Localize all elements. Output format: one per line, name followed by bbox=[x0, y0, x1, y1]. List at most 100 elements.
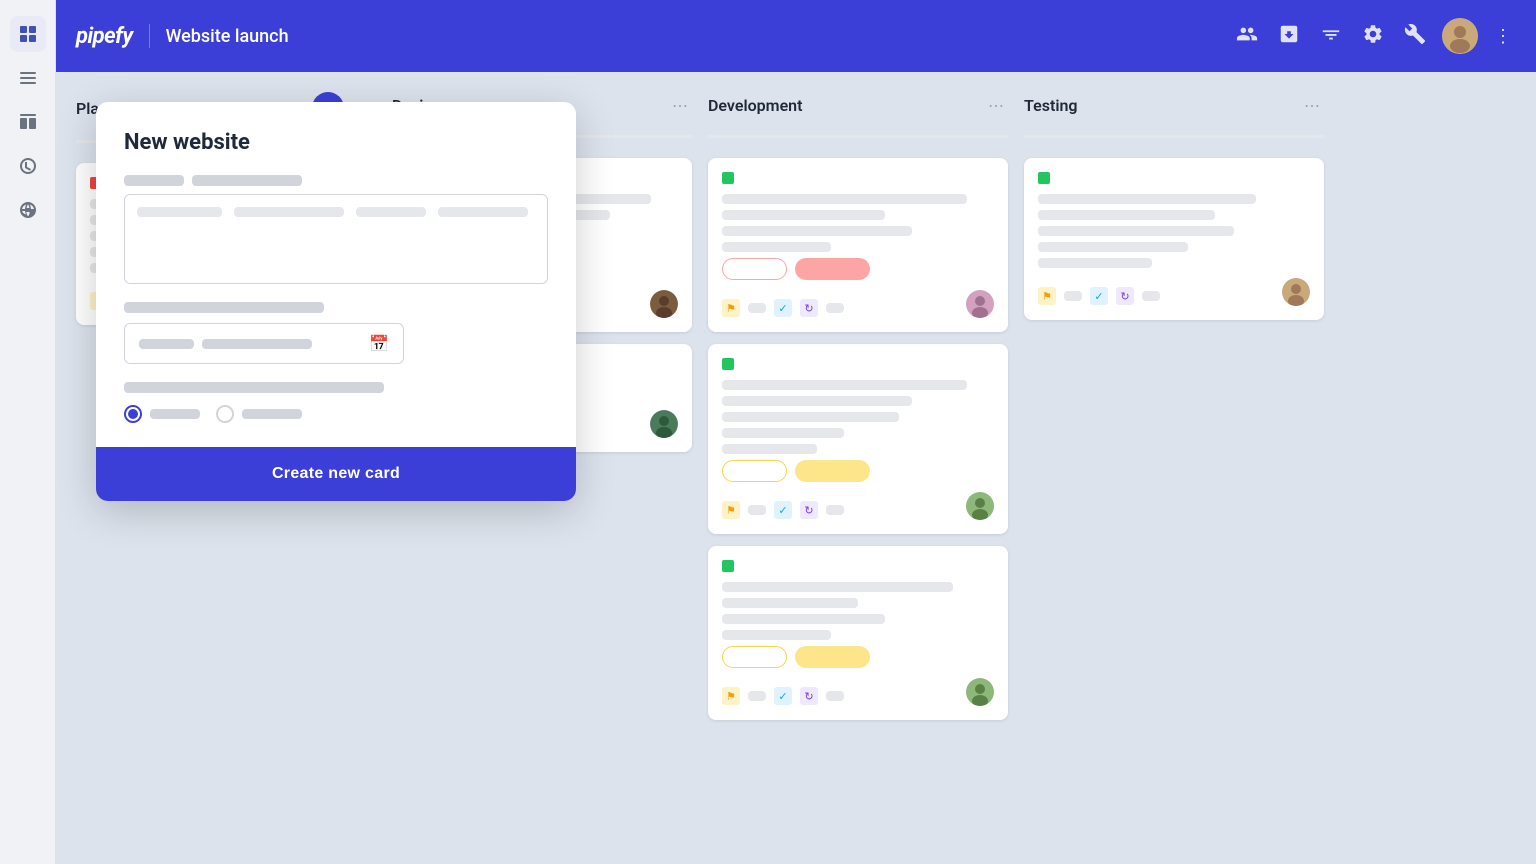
card-tags bbox=[722, 172, 994, 184]
refresh-icon: ↻ bbox=[800, 687, 818, 705]
radio-btn-selected[interactable] bbox=[124, 405, 142, 423]
card-skel bbox=[722, 630, 831, 640]
column-design-menu-icon[interactable]: ⋯ bbox=[668, 92, 692, 119]
refresh-icon: ↻ bbox=[1116, 287, 1134, 305]
column-testing-title: Testing bbox=[1024, 96, 1292, 115]
icon-skel bbox=[826, 303, 844, 313]
radio-btn-empty[interactable] bbox=[216, 405, 234, 423]
radio-option-2[interactable] bbox=[216, 405, 302, 423]
header-divider bbox=[149, 24, 150, 48]
sidebar bbox=[0, 0, 56, 864]
date-value bbox=[139, 339, 312, 349]
flag-icon: ⚑ bbox=[1038, 287, 1056, 305]
card-skel bbox=[722, 412, 899, 422]
table-row: ⚑ ✓ ↻ bbox=[708, 158, 1008, 332]
settings-icon[interactable] bbox=[1358, 19, 1388, 54]
table-row: ⚑ ✓ ↻ bbox=[708, 546, 1008, 720]
field-label-skel bbox=[192, 175, 302, 186]
field3-label bbox=[124, 382, 384, 393]
header-actions: ⋮ bbox=[1232, 18, 1516, 54]
check-icon: ✓ bbox=[774, 687, 792, 705]
badge-outline-orange bbox=[722, 646, 787, 668]
check-icon: ✓ bbox=[774, 299, 792, 317]
card-badge-row bbox=[722, 646, 994, 668]
column-testing: Testing ⋯ ⚑ ✓ ↻ bbox=[1024, 92, 1324, 844]
table-row: ⚑ ✓ ↻ bbox=[1024, 158, 1324, 320]
card-skel bbox=[1038, 242, 1188, 252]
main-content: pipefy Website launch bbox=[56, 0, 1536, 864]
wrench-icon[interactable] bbox=[1400, 19, 1430, 54]
field1-label bbox=[124, 175, 548, 186]
sidebar-item-dashboard[interactable] bbox=[10, 16, 46, 52]
field-label-skel bbox=[124, 175, 184, 186]
tag-green bbox=[722, 560, 734, 572]
badge-orange bbox=[795, 646, 870, 668]
card-description-textarea[interactable] bbox=[124, 194, 548, 284]
card-icons: ⚑ ✓ ↻ bbox=[722, 501, 844, 519]
avatar[interactable] bbox=[1442, 18, 1478, 54]
card-footer: ⚑ ✓ ↻ bbox=[722, 678, 994, 706]
sidebar-item-automation[interactable] bbox=[10, 148, 46, 184]
people-icon[interactable] bbox=[1232, 19, 1262, 54]
tag-green bbox=[722, 358, 734, 370]
radio-group bbox=[124, 405, 548, 423]
sidebar-item-table[interactable] bbox=[10, 104, 46, 140]
column-development-line bbox=[708, 135, 1008, 138]
date-input[interactable]: 📅 bbox=[124, 323, 404, 364]
create-card-modal: New website bbox=[96, 102, 576, 501]
card-skel bbox=[1038, 194, 1256, 204]
textarea-skel bbox=[438, 207, 528, 217]
sidebar-item-list[interactable] bbox=[10, 60, 46, 96]
date-skel bbox=[139, 339, 194, 349]
sidebar-item-globe[interactable] bbox=[10, 192, 46, 228]
column-testing-menu-icon[interactable]: ⋯ bbox=[1300, 92, 1324, 119]
column-development-menu-icon[interactable]: ⋯ bbox=[984, 92, 1008, 119]
card-skel bbox=[722, 210, 885, 220]
modal-body: New website bbox=[96, 102, 576, 447]
radio-option-1[interactable] bbox=[124, 405, 200, 423]
logo: pipefy bbox=[76, 24, 133, 49]
avatar bbox=[966, 678, 994, 706]
column-development-title: Development bbox=[708, 96, 976, 115]
column-testing-header: Testing ⋯ bbox=[1024, 92, 1324, 119]
icon-skel bbox=[748, 691, 766, 701]
avatar bbox=[966, 290, 994, 318]
card-skel bbox=[722, 582, 953, 592]
avatar bbox=[1282, 278, 1310, 306]
card-skel bbox=[722, 444, 817, 454]
more-icon[interactable]: ⋮ bbox=[1490, 22, 1516, 51]
tag-green bbox=[722, 172, 734, 184]
board: Planning + ⋯ ⚑ ✓ ↻ bbox=[56, 72, 1536, 864]
card-skel bbox=[722, 226, 912, 236]
refresh-icon: ↻ bbox=[800, 299, 818, 317]
header: pipefy Website launch bbox=[56, 0, 1536, 72]
card-skel bbox=[722, 598, 858, 608]
filter-icon[interactable] bbox=[1316, 19, 1346, 54]
badge-orange bbox=[795, 460, 870, 482]
avatar bbox=[966, 492, 994, 520]
card-skel bbox=[722, 242, 831, 252]
export-icon[interactable] bbox=[1274, 19, 1304, 54]
field2-label bbox=[124, 302, 324, 313]
card-skel bbox=[722, 380, 967, 390]
textarea-skel bbox=[356, 207, 426, 217]
radio-label bbox=[242, 409, 302, 419]
refresh-icon: ↻ bbox=[800, 501, 818, 519]
card-footer: ⚑ ✓ ↻ bbox=[1038, 278, 1310, 306]
card-icons: ⚑ ✓ ↻ bbox=[722, 299, 844, 317]
flag-icon: ⚑ bbox=[722, 687, 740, 705]
card-tags bbox=[722, 560, 994, 572]
card-skel bbox=[722, 428, 844, 438]
create-new-card-button[interactable]: Create new card bbox=[272, 465, 400, 483]
card-skel bbox=[722, 614, 885, 624]
radio-label bbox=[150, 409, 200, 419]
icon-skel bbox=[748, 303, 766, 313]
modal-footer: Create new card bbox=[96, 447, 576, 501]
calendar-icon[interactable]: 📅 bbox=[369, 334, 389, 353]
avatar bbox=[650, 410, 678, 438]
check-icon: ✓ bbox=[774, 501, 792, 519]
column-testing-line bbox=[1024, 135, 1324, 138]
card-skel bbox=[1038, 226, 1234, 236]
card-skel bbox=[1038, 210, 1215, 220]
icon-skel bbox=[1142, 291, 1160, 301]
